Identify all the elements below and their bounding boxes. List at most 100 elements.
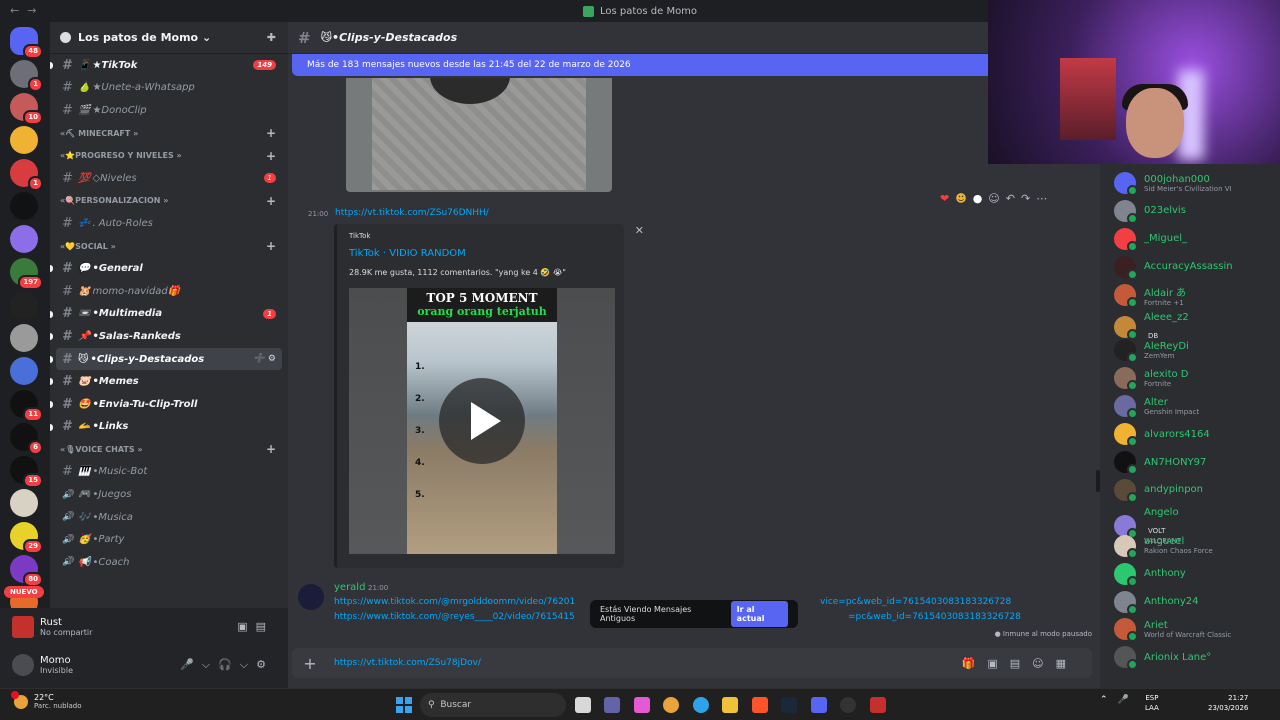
server-avatar[interactable] [10, 357, 38, 385]
message-composer[interactable]: + https://vt.tiktok.com/ZSu78jDov/ 🎁▣▤☺▦ [292, 648, 1092, 678]
weather-widget[interactable]: 22°C Parc. nublado [11, 690, 82, 710]
channel-item[interactable]: 🔊 📢 •Coach [56, 551, 282, 574]
discord-home-icon[interactable]: 48 [10, 27, 43, 59]
server-avatar[interactable]: 10 [10, 93, 43, 125]
channel-item[interactable]: # 🫴 •Links [50, 416, 282, 439]
channel-category[interactable]: «🍭PERSONALIZACION » + [50, 190, 288, 213]
member-item[interactable]: Arionix Lane° [1114, 646, 1211, 671]
channel-item[interactable]: # 💬 •General [50, 257, 282, 280]
server-avatar[interactable]: 197 [10, 258, 43, 290]
duck-reaction-icon[interactable]: ● [973, 192, 983, 205]
app-icon[interactable] [840, 697, 856, 713]
windows-start-icon[interactable] [396, 697, 412, 713]
composer-text[interactable]: https://vt.tiktok.com/ZSu78jDov/ [334, 658, 481, 668]
forward-icon[interactable]: ↷ [1021, 192, 1030, 205]
member-item[interactable]: Anthony [1114, 562, 1186, 587]
close-icon[interactable]: ✕ [635, 224, 644, 237]
embed-title[interactable]: TikTok · VIDIO RANDOM [349, 248, 466, 259]
heart-reaction-icon[interactable]: ❤ [940, 192, 949, 205]
channel-item[interactable]: 🔊 🎮 •Juegos [56, 483, 282, 506]
server-avatar[interactable]: 11 [10, 390, 43, 422]
reply-icon[interactable]: ↶ [1006, 192, 1015, 205]
message-link[interactable]: https://www.tiktok.com/@mrgolddoomm/vide… [334, 597, 575, 607]
activity-controls-icons[interactable]: ▣▤ [237, 620, 274, 633]
channel-item[interactable]: # 💤. Auto-Roles [56, 212, 282, 235]
server-avatar[interactable]: 15 [10, 456, 43, 488]
discord-icon[interactable] [811, 697, 827, 713]
channel-category[interactable]: «⛏ MINECRAFT » + [50, 122, 288, 145]
play-icon[interactable] [439, 378, 525, 464]
member-item[interactable]: Anthony24 [1114, 590, 1199, 615]
channel-item[interactable]: # 📌 •Salas-Rankeds [50, 325, 282, 348]
server-header[interactable]: Los patos de Momo ⌄ ✚ [50, 22, 288, 54]
channel-item[interactable]: # 🐷 •Memes [50, 370, 282, 393]
server-avatar[interactable]: 1 [10, 159, 43, 191]
member-item[interactable]: Aleee_z2 DB [1114, 312, 1189, 342]
teams-icon[interactable] [604, 697, 620, 713]
server-avatar[interactable] [10, 225, 38, 253]
message-link[interactable]: https://www.tiktok.com/@reyes____02/vide… [334, 612, 575, 622]
channel-category[interactable]: «🎙VOICE CHATS » + [50, 438, 288, 461]
edge-icon[interactable] [693, 697, 709, 713]
channel-item[interactable]: # 📼 •Multimedia 1 [50, 303, 282, 326]
channel-item[interactable]: # 🎹 •Music-Bot [56, 461, 282, 484]
server-avatar[interactable] [10, 489, 38, 517]
mic-headset-settings-icons[interactable]: 🎤⌵🎧⌵⚙ [180, 658, 274, 672]
server-avatar[interactable]: 29 [10, 522, 43, 554]
server-avatar[interactable] [10, 192, 38, 220]
add-reaction-icon[interactable]: ☺ [988, 192, 999, 205]
add-channel-icon[interactable]: + [266, 194, 276, 208]
channel-category[interactable]: «💛SOCIAL » + [50, 235, 288, 258]
clock[interactable]: 21:27 23/03/2026 [1208, 693, 1248, 713]
taskbar-search[interactable]: ⚲ Buscar [420, 693, 566, 717]
new-messages-bar[interactable]: Más de 183 mensajes nuevos desde las 21:… [292, 54, 992, 76]
scrollbar[interactable] [1096, 470, 1100, 492]
activity-row[interactable]: Rust No compartir [12, 616, 92, 638]
member-item[interactable]: alexito D Fortnite [1114, 367, 1189, 392]
steam-icon[interactable] [781, 697, 797, 713]
add-channel-icon[interactable]: + [266, 126, 276, 140]
invite-icon[interactable]: ✚ [267, 31, 276, 44]
task-view-icon[interactable] [575, 697, 591, 713]
member-item[interactable]: AccuracyAssassin [1114, 255, 1233, 280]
brave-icon[interactable] [752, 697, 768, 713]
member-item[interactable]: AleReyDi ZemYem [1114, 339, 1189, 364]
laugh-reaction-icon[interactable]: ☻ [955, 192, 966, 205]
chrome-icon[interactable] [663, 697, 679, 713]
server-avatar[interactable]: 1 [10, 60, 43, 92]
server-avatar[interactable] [10, 291, 38, 319]
member-item[interactable]: angueel Rakion Chaos Force [1114, 534, 1213, 559]
member-item[interactable]: Ariet World of Warcraft Classic [1114, 618, 1231, 643]
member-item[interactable]: 000johan000 Sid Meier's Civilization VI [1114, 172, 1232, 196]
copilot-icon[interactable] [634, 697, 650, 713]
member-item[interactable]: Aldair あ Fortnite +1 [1114, 284, 1186, 309]
message-author[interactable]: yerald [334, 582, 365, 593]
channel-item[interactable]: 🔊 🎶 •Musica [56, 506, 282, 529]
back-forward-icons[interactable]: ←→ [10, 4, 44, 17]
channel-item[interactable]: # 🍐 ★Unete-a-Whatsapp [56, 77, 282, 100]
add-channel-icon[interactable]: + [266, 442, 276, 456]
channel-item[interactable]: # 🤩 •Envia-Tu-Clip-Troll [50, 393, 282, 416]
add-channel-icon[interactable]: + [266, 239, 276, 253]
user-row[interactable]: Momo Invisible [12, 654, 73, 676]
system-tray-icons[interactable]: ⌃🎤 [1100, 695, 1139, 705]
server-avatar[interactable] [10, 324, 38, 352]
channel-settings-icon[interactable]: ➕ ⚙ [254, 354, 276, 364]
avatar[interactable] [298, 584, 324, 610]
channel-item[interactable]: # 😼 •Clips-y-Destacados ➕ ⚙ [50, 347, 282, 371]
member-item[interactable]: _Miguel_ [1114, 227, 1187, 252]
jump-to-present-button[interactable]: Ir al actual [730, 601, 788, 627]
server-avatar[interactable]: 6 [10, 423, 43, 455]
channel-item[interactable]: # 📱 ★TikTok 149 [50, 54, 282, 77]
member-item[interactable]: andypinpon [1114, 478, 1203, 503]
channel-item[interactable]: # 🎬 ★DonoClip [56, 99, 282, 122]
nuevo-badge[interactable]: NUEVO [4, 586, 44, 598]
file-explorer-icon[interactable] [722, 697, 738, 713]
message-link-tail[interactable]: =pc&web_id=7615403083183326728 [848, 612, 1021, 622]
channel-category[interactable]: «⭐PROGRESO Y NIVELES » + [50, 144, 288, 167]
message-link-tail[interactable]: vice=pc&web_id=7615403083183326728 [820, 597, 1011, 607]
composer-tools-icons[interactable]: 🎁▣▤☺▦ [962, 657, 1078, 670]
member-item[interactable]: Alter Genshin Impact [1114, 395, 1199, 420]
server-avatar[interactable] [10, 126, 38, 154]
previous-video-thumbnail[interactable] [346, 78, 612, 192]
